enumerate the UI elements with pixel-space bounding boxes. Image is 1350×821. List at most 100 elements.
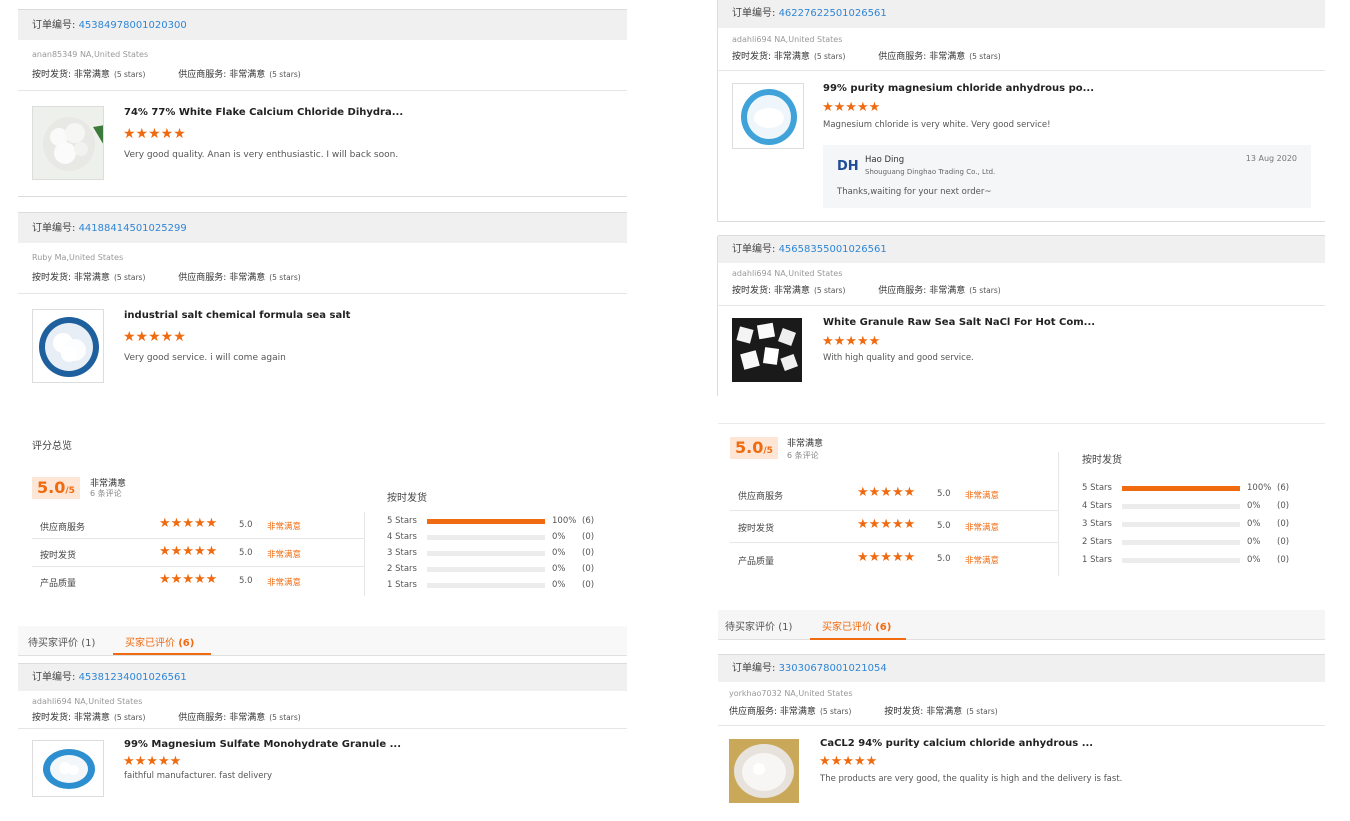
buyer-info: adahli694 NA,United States: [32, 697, 143, 706]
order-number-link[interactable]: 46227622501026561: [779, 8, 887, 19]
review-card: 订单编号: 45658355001026561 adahli694 NA,Uni…: [718, 235, 1325, 395]
review-card: 订单编号: 33030678001021054 yorkhao7032 NA,U…: [718, 654, 1325, 821]
order-bar: 订单编号: 46227622501026561: [718, 0, 1325, 28]
overall-score: 5.0/5: [730, 437, 778, 459]
tab-reviewed[interactable]: 买家已评价 (6): [822, 618, 891, 633]
divider: [718, 725, 1325, 726]
rating-stars: ★★★★★: [159, 544, 218, 559]
review-comment: Very good quality. Anan is very enthusia…: [124, 150, 399, 160]
distribution-title: 按时发货: [1082, 455, 1122, 466]
rating-stars: ★★★★★: [857, 517, 916, 532]
order-label: 订单编号:: [32, 20, 76, 31]
review-tabs: 待买家评价 (1) 买家已评价 (6): [18, 626, 627, 656]
status-line: 按时发货: 非常满意 (5 stars) 供应商服务: 非常满意 (5 stars): [32, 70, 301, 80]
review-comment: faithful manufacturer. fast delivery: [124, 771, 273, 781]
order-bar: 订单编号: 33030678001021054: [718, 654, 1325, 682]
order-label: 订单编号:: [32, 672, 76, 683]
order-label: 订单编号:: [732, 244, 776, 255]
product-thumbnail[interactable]: [732, 83, 804, 149]
rating-stars: ★★★★★: [159, 572, 218, 587]
summary-title: 评分总览: [32, 441, 72, 452]
distribution-row: 4 Stars 0% (0): [387, 532, 595, 542]
divider: [718, 305, 1325, 306]
product-title-link[interactable]: 99% purity magnesium chloride anhydrous …: [823, 83, 1094, 94]
distribution-row: 1 Stars 0% (0): [1082, 555, 1290, 565]
tab-pending-review[interactable]: 待买家评价 (1): [28, 634, 95, 649]
distribution-row: 5 Stars 100% (6): [387, 516, 595, 526]
review-card: 订单编号: 44188414501025299 Ruby Ma,United S…: [18, 212, 627, 397]
divider: [18, 196, 627, 197]
review-comment: With high quality and good service.: [823, 353, 974, 363]
divider: [18, 293, 627, 294]
distribution-row: 2 Stars 0% (0): [1082, 537, 1290, 547]
product-thumbnail[interactable]: [32, 309, 104, 383]
review-comment: The products are very good, the quality …: [820, 774, 1123, 784]
distribution-title: 按时发货: [387, 493, 427, 504]
dimension-row: 按时发货 ★★★★★ 5.0 非常满意: [32, 540, 364, 567]
product-thumbnail[interactable]: [732, 318, 802, 382]
review-tabs: 待买家评价 (1) 买家已评价 (6): [718, 610, 1325, 640]
distribution-fill: [427, 519, 545, 524]
order-label: 订单编号:: [732, 8, 776, 19]
order-number-link[interactable]: 45384978001020300: [79, 20, 187, 31]
product-thumbnail[interactable]: [729, 739, 799, 803]
review-comment: Very good service. i will come again: [124, 353, 286, 363]
review-card: 订单编号: 45384978001020300 anan85349 NA,Uni…: [18, 9, 627, 197]
dimension-row: 产品质量 ★★★★★ 5.0 非常满意: [738, 550, 1000, 567]
divider: [718, 221, 1325, 222]
order-bar: 订单编号: 45658355001026561: [718, 235, 1325, 263]
buyer-info: yorkhao7032 NA,United States: [729, 689, 853, 698]
product-thumbnail[interactable]: [32, 740, 104, 797]
rating-stars: ★★★★★: [857, 485, 916, 500]
reply-date: 13 Aug 2020: [1245, 154, 1297, 163]
divider: [364, 512, 365, 596]
dimension-row: 供应商服务 ★★★★★ 5.0 非常满意: [730, 481, 1058, 511]
rating-stars: ★★★★★: [822, 334, 881, 349]
dimension-row: 按时发货 ★★★★★ 5.0 非常满意: [730, 513, 1058, 543]
status-line: 按时发货: 非常满意 (5 stars) 供应商服务: 非常满意 (5 stars): [32, 713, 301, 723]
status-line: 供应商服务: 非常满意 (5 stars) 按时发货: 非常满意 (5 stars): [729, 707, 998, 717]
rating-stars: ★★★★★: [857, 550, 916, 565]
order-bar: 订单编号: 44188414501025299: [18, 212, 627, 243]
order-number-link[interactable]: 33030678001021054: [779, 663, 887, 674]
review-count: 6 条评论: [90, 489, 122, 498]
distribution-row: 3 Stars 0% (0): [387, 548, 595, 558]
distribution-row: 5 Stars 100% (6): [1082, 483, 1290, 493]
review-card: 订单编号: 45381234001026561 adahli694 NA,Uni…: [18, 663, 627, 821]
product-title-link[interactable]: White Granule Raw Sea Salt NaCl For Hot …: [823, 317, 1095, 328]
product-title-link[interactable]: 99% Magnesium Sulfate Monohydrate Granul…: [124, 739, 401, 750]
buyer-info: anan85349 NA,United States: [32, 50, 149, 59]
buyer-info: Ruby Ma,United States: [32, 253, 124, 262]
distribution-row: 1 Stars 0% (0): [387, 580, 595, 590]
distribution-fill: [1122, 486, 1240, 491]
product-title-link[interactable]: 74% 77% White Flake Calcium Chloride Dih…: [124, 107, 403, 118]
status-line: 按时发货: 非常满意 (5 stars) 供应商服务: 非常满意 (5 stars): [32, 273, 301, 283]
divider: [718, 70, 1325, 71]
active-tab-indicator: [113, 653, 211, 655]
product-title-link[interactable]: industrial salt chemical formula sea sal…: [124, 310, 350, 321]
buyer-info: adahli694 NA,United States: [732, 269, 843, 278]
status-line: 按时发货: 非常满意 (5 stars) 供应商服务: 非常满意 (5 stars): [732, 52, 1001, 62]
order-label: 订单编号:: [732, 663, 776, 674]
order-label: 订单编号:: [32, 223, 76, 234]
product-title-link[interactable]: CaCL2 94% purity calcium chloride anhydr…: [820, 738, 1093, 749]
overall-score: 5.0/5: [32, 477, 80, 499]
rating-summary: 评分总览 5.0/5 非常满意 6 条评论 供应商服务 ★★★★★ 5.0 非常…: [18, 430, 627, 605]
distribution-row: 4 Stars 0% (0): [1082, 501, 1290, 511]
review-card: 订单编号: 46227622501026561 adahli694 NA,Uni…: [718, 0, 1325, 222]
rating-stars: ★★★★★: [822, 100, 881, 115]
tab-reviewed[interactable]: 买家已评价 (6): [125, 634, 194, 649]
order-number-link[interactable]: 45658355001026561: [779, 244, 887, 255]
reply-text: Thanks,waiting for your next order~: [837, 187, 992, 197]
dimension-row: 供应商服务 ★★★★★ 5.0 非常满意: [32, 512, 364, 539]
tab-pending-review[interactable]: 待买家评价 (1): [725, 618, 792, 633]
seller-avatar: DH: [837, 159, 859, 174]
product-thumbnail[interactable]: [32, 106, 104, 180]
dimension-row: 产品质量 ★★★★★ 5.0 非常满意: [40, 572, 302, 589]
rating-stars: ★★★★★: [159, 516, 218, 531]
divider: [18, 728, 627, 729]
rating-stars: ★★★★★: [123, 329, 186, 345]
rating-stars: ★★★★★: [819, 754, 878, 769]
order-number-link[interactable]: 45381234001026561: [79, 672, 187, 683]
order-number-link[interactable]: 44188414501025299: [79, 223, 187, 234]
